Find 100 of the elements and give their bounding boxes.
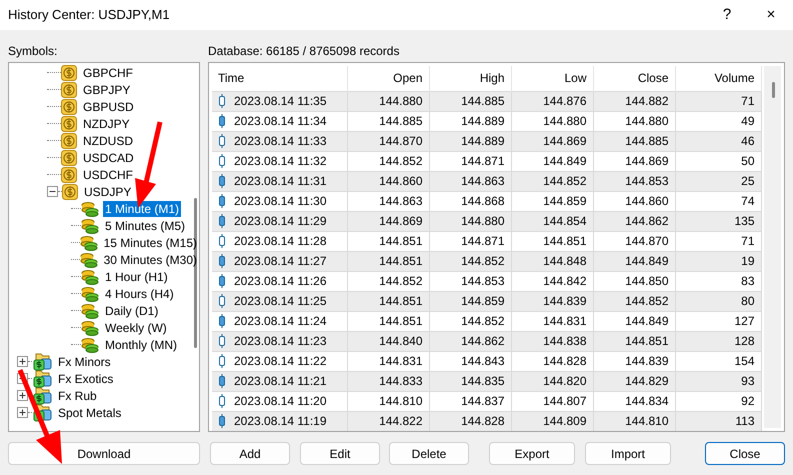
expand-icon[interactable] [17,356,28,367]
tree-item[interactable]: Monthly (MN) [103,336,180,352]
coin-icon [61,82,77,98]
coin-icon [61,64,77,80]
time-text: 2023.08.14 11:27 [234,253,327,270]
table-cell: 144.851 [347,251,429,271]
table-cell: 144.853 [593,171,675,191]
dialog-button[interactable]: Delete [389,442,469,465]
table-cell: 144.839 [511,291,593,311]
table-cell: 144.876 [511,91,593,111]
table-cell: 80 [675,291,761,311]
tree-item[interactable]: Fx Exotics [56,370,116,386]
time-text: 2023.08.14 11:20 [234,393,327,410]
dialog-button[interactable]: Export [489,442,575,465]
database-icon [81,286,99,302]
download-button[interactable]: Download [8,442,200,465]
time-text: 2023.08.14 11:35 [234,93,327,110]
table-cell: 19 [675,251,761,271]
folder-icon [32,386,52,404]
tree-item[interactable]: Fx Rub [56,388,99,404]
table-cell: 144.829 [593,371,675,391]
tree-item[interactable]: USDCHF [81,166,135,182]
expand-icon[interactable] [17,407,28,418]
table-cell: 144.848 [511,251,593,271]
tree-item[interactable]: GBPUSD [81,98,136,114]
table-cell: 71 [675,91,761,111]
table-cell: 144.854 [511,211,593,231]
time-text: 2023.08.14 11:34 [234,113,327,130]
table-cell: 144.869 [511,131,593,151]
tree-item[interactable]: USDCAD [81,150,136,166]
tree-item[interactable]: 1 Minute (M1) [103,200,182,216]
table-cell: 144.860 [347,171,429,191]
time-text: 2023.08.14 11:22 [234,353,327,370]
table-cell: 144.809 [511,411,593,431]
tree-item[interactable]: Weekly (W) [103,320,169,336]
table-cell: 144.833 [347,371,429,391]
time-text: 2023.08.14 11:33 [234,133,327,150]
tree-item[interactable]: 4 Hours (H4) [103,286,176,302]
tree-item[interactable]: Fx Minors [56,354,113,370]
tree-item[interactable]: USDJPY [82,184,134,200]
table-cell: 128 [675,331,761,351]
tree-item[interactable]: Daily (D1) [103,302,160,318]
table-cell: 144.889 [429,131,511,151]
folder-icon [32,370,52,388]
tree-item[interactable]: GBPCHF [81,64,136,80]
dialog-button[interactable]: Add [210,442,290,465]
table-cell: 144.870 [347,131,429,151]
time-text: 2023.08.14 11:32 [234,153,327,170]
coin-icon [61,116,77,132]
symbols-label: Symbols: [8,44,58,58]
time-text: 2023.08.14 11:24 [234,313,327,330]
coin-icon [61,150,77,166]
database-label: Database: 66185 / 8765098 records [208,44,400,58]
dialog-button[interactable]: Close [705,442,785,465]
table-cell: 25 [675,171,761,191]
window-title: History Center: USDJPY,M1 [8,6,170,24]
time-text: 2023.08.14 11:29 [234,213,327,230]
help-button[interactable]: ? [705,0,749,30]
table-cell: 144.820 [511,371,593,391]
tree-item[interactable]: 30 Minutes (M30) [102,252,199,268]
tree-item[interactable]: NZDUSD [81,132,135,148]
database-icon [80,234,98,250]
tree-item[interactable]: Spot Metals [56,404,124,420]
table-cell: 46 [675,131,761,151]
table-cell: 93 [675,371,761,391]
database-icon [81,320,99,336]
table-cell: 144.840 [347,331,429,351]
dialog-button[interactable]: Edit [300,442,380,465]
table-cell: 144.851 [593,331,675,351]
database-icon [81,302,99,318]
dialog-button[interactable]: Import [585,442,671,465]
database-icon [81,336,99,352]
collapse-icon[interactable] [47,186,58,197]
table-cell: 144.810 [593,411,675,431]
database-icon [80,252,98,268]
scrollbar[interactable] [764,66,781,428]
table-cell: 144.852 [593,291,675,311]
folder-icon [32,404,52,422]
database-icon [81,200,99,216]
expand-icon[interactable] [17,390,28,401]
table-cell: 135 [675,211,761,231]
time-text: 2023.08.14 11:19 [234,413,327,430]
table-cell: 144.838 [511,331,593,351]
table-cell: 144.828 [429,411,511,431]
close-button[interactable]: × [749,0,793,30]
table-cell: 113 [675,411,761,431]
time-text: 2023.08.14 11:25 [234,293,327,310]
tree-item[interactable]: GBPJPY [81,82,132,98]
table-cell: 144.822 [347,411,429,431]
time-text: 2023.08.14 11:21 [234,373,327,390]
table-cell: 144.862 [429,331,511,351]
table-cell: 144.863 [429,171,511,191]
tree-item[interactable]: 15 Minutes (M15) [102,234,199,250]
table-cell: 144.882 [593,91,675,111]
time-text: 2023.08.14 11:30 [234,193,327,210]
coin-icon [62,184,78,200]
tree-item[interactable]: 1 Hour (H1) [103,268,170,284]
tree-item[interactable]: 5 Minutes (M5) [103,218,188,234]
tree-item[interactable]: NZDJPY [81,116,132,132]
time-text: 2023.08.14 11:28 [234,233,327,250]
